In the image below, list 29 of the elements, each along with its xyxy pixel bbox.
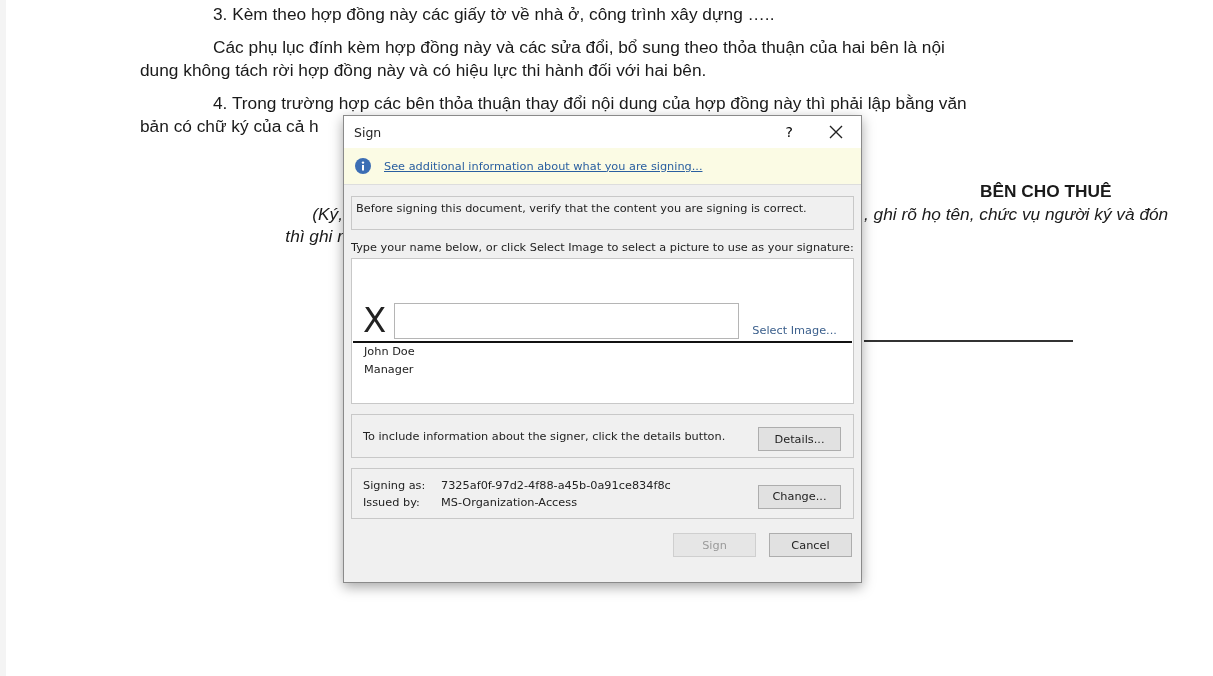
notice-text: Before signing this document, verify that the content you are signing is correct. bbox=[351, 196, 854, 230]
document-text: (Ký, bbox=[312, 203, 343, 225]
document-text: 3. Kèm theo hợp đồng này các giấy tờ về nhà ở, công trình xây dựng ….. bbox=[212, 3, 775, 26]
document-text: Các phụ lục đính kèm hợp đồng này và các sửa đổi, bổ sung theo thỏa thuận của hai bên là nội bbox=[212, 36, 945, 59]
signer-name: John Doe bbox=[362, 344, 416, 360]
info-link[interactable]: See additional information about what you are signing... bbox=[384, 159, 703, 173]
change-button[interactable]: Change... bbox=[758, 484, 841, 509]
info-icon bbox=[355, 158, 371, 174]
window-title: Sign bbox=[354, 124, 383, 140]
cancel-button[interactable]: Cancel bbox=[769, 533, 852, 557]
field-value: MS-Organization-Access bbox=[441, 495, 579, 509]
close-button[interactable] bbox=[829, 125, 843, 139]
signature-mark: X bbox=[363, 301, 387, 339]
instruction-text: Type your name below, or click Select Image to select a picture to use as your signature: bbox=[351, 240, 854, 255]
document-text: thì ghi r bbox=[285, 225, 343, 247]
details-button[interactable]: Details... bbox=[758, 427, 841, 451]
details-text: To include information about the signer, click the details button. bbox=[363, 429, 726, 443]
signature-input[interactable] bbox=[394, 303, 740, 339]
field-label: Signing as: bbox=[363, 478, 427, 492]
select-image-link[interactable]: Select Image... bbox=[752, 324, 837, 337]
help-button[interactable]: ? bbox=[785, 124, 793, 140]
field-value: 7325af0f-97d2-4f88-a45b-0a91ce834f8c bbox=[441, 478, 671, 492]
field-label: Issued by: bbox=[363, 495, 421, 509]
document-text: , ghi rõ họ tên, chức vụ người ký và đón bbox=[864, 203, 1169, 225]
signer-title: Manager bbox=[363, 362, 415, 378]
document-text: dung không tách rời hợp đồng này và có hiệu lực thi hành đối với hai bên. bbox=[140, 59, 707, 82]
document-text: bản có chữ ký của cả h bbox=[140, 115, 319, 138]
party-heading: BÊN CHO THUÊ bbox=[980, 180, 1112, 203]
document-text: 4. Trong trường hợp các bên thỏa thuận thay đổi nội dung của hợp đồng này thì phải lập bằng văn bbox=[212, 92, 967, 115]
